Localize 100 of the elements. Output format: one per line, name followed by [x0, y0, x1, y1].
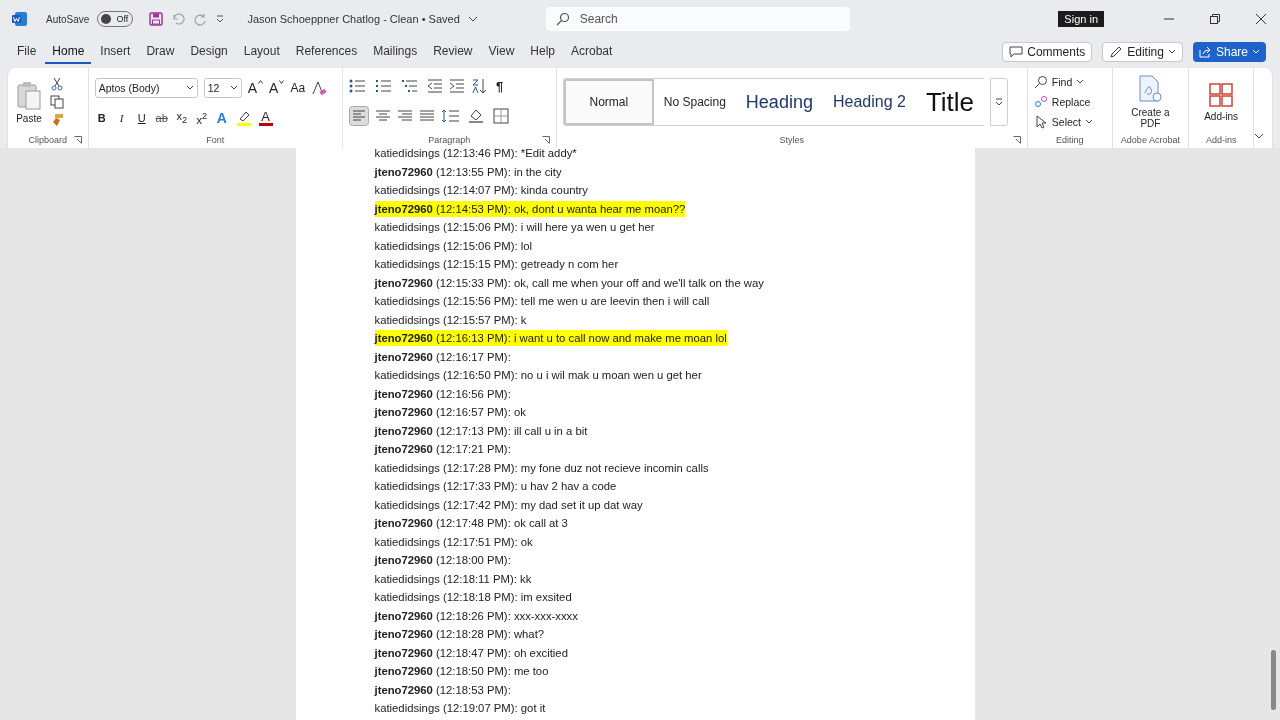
chat-line: katiedidsings (12:18:18 PM): im exsited — [374, 590, 572, 605]
align-center-icon[interactable] — [374, 109, 391, 123]
share-icon — [1198, 46, 1212, 58]
align-right-icon[interactable] — [396, 109, 413, 123]
menu-tab[interactable]: Layout — [236, 40, 287, 64]
cut-icon[interactable] — [50, 77, 64, 91]
caret-icon — [1076, 79, 1085, 85]
shrink-font-button[interactable]: A — [269, 80, 285, 96]
group-label: Clipboard — [28, 135, 68, 145]
format-button[interactable]: U — [134, 112, 149, 124]
replace-button[interactable]: Replace — [1033, 95, 1091, 109]
chat-line: katiedidsings (12:15:06 PM): i will here ya wen u get her — [374, 220, 655, 235]
change-case-button[interactable]: Aa — [290, 81, 306, 95]
chat-line: jteno72960 (12:18:47 PM): oh excitied — [374, 645, 568, 660]
chat-line: jteno72960 (12:15:33 PM): ok, call me when your off and we'll talk on the way — [374, 275, 764, 290]
chat-line: katiedidsings (12:18:11 PM): kk — [374, 571, 532, 586]
dialog-launcher-icon[interactable] — [1012, 136, 1021, 144]
menu-tab[interactable]: Insert — [93, 40, 138, 64]
collapse-ribbon-icon[interactable] — [1254, 132, 1264, 140]
format-button[interactable]: ab — [154, 112, 169, 124]
menu-tab[interactable]: References — [288, 40, 365, 64]
borders-icon[interactable] — [492, 108, 509, 124]
style-option[interactable]: No Spacing — [653, 79, 736, 125]
chat-line: jteno72960 (12:18:26 PM): xxx-xxx-xxxx — [374, 608, 578, 623]
chat-line: katiedidsings (12:14:07 PM): kinda country — [374, 183, 588, 198]
group-label: Adobe Acrobat — [1120, 135, 1180, 145]
clipboard-icon — [16, 80, 42, 111]
format-button[interactable]: I — [114, 112, 129, 124]
restore-icon[interactable] — [1210, 14, 1220, 24]
document-title[interactable]: Jason Schoeppner Chatlog - Clean • Saved — [247, 13, 460, 25]
group-label: Styles — [779, 135, 805, 145]
save-icon[interactable] — [149, 12, 164, 26]
style-option[interactable]: Normal — [563, 79, 654, 125]
sign-in-button[interactable]: Sign in — [1058, 11, 1104, 27]
search-field[interactable]: Search — [545, 7, 850, 31]
format-button[interactable]: x$_{2}$ — [174, 110, 189, 126]
menu-tab[interactable]: Help — [523, 40, 562, 64]
customize-icon[interactable] — [215, 14, 226, 24]
format-painter-icon[interactable] — [50, 113, 64, 127]
share-button[interactable]: Share — [1192, 42, 1266, 62]
highlighter-icon[interactable] — [234, 110, 253, 126]
chat-line: jteno72960 (12:18:50 PM): me too — [374, 664, 549, 679]
chat-line: jteno72960 (12:16:57 PM): ok — [374, 405, 526, 420]
menu-tab[interactable]: Home — [45, 40, 92, 64]
chevron-icon[interactable] — [467, 15, 478, 23]
chat-line: katiedidsings (12:15:15 PM): getready n com her — [374, 257, 619, 272]
justify-icon[interactable] — [418, 109, 435, 123]
menu-tab[interactable]: Acrobat — [564, 40, 620, 64]
menu-tab[interactable]: Mailings — [366, 40, 425, 64]
chat-line: katiedidsings (12:16:50 PM): no u i wil mak u moan wen u get her — [374, 368, 702, 383]
caret-icon — [229, 85, 238, 91]
font-name-field[interactable]: Aptos (Body) — [94, 78, 198, 98]
chat-line: katiedidsings (12:17:33 PM): u hav 2 hav a code — [374, 479, 617, 494]
align-left-icon[interactable] — [348, 106, 369, 126]
line-spacing-icon[interactable] — [440, 109, 461, 123]
chat-line: jteno72960 (12:17:21 PM): — [374, 442, 511, 457]
dialog-launcher-icon[interactable] — [541, 136, 550, 144]
pencil-icon — [1109, 45, 1124, 59]
grow-font-button[interactable]: A — [247, 80, 264, 96]
chat-line: jteno72960 (12:16:17 PM): — [374, 349, 511, 364]
style-option[interactable]: Title — [915, 79, 985, 125]
close-icon[interactable] — [1256, 14, 1266, 24]
show-formatting-button[interactable]: ¶ — [492, 78, 507, 94]
search-icon — [555, 12, 570, 26]
style-option[interactable]: Heading — [735, 79, 823, 125]
copy-icon[interactable] — [50, 95, 64, 109]
pdf-icon — [1137, 75, 1164, 103]
font-color-button[interactable]: A — [258, 110, 273, 126]
style-option[interactable]: Heading 2 — [822, 79, 916, 125]
decrease-indent-icon[interactable] — [426, 79, 443, 93]
menu-tab[interactable]: File — [10, 40, 44, 64]
menu-tab[interactable]: Design — [183, 40, 235, 64]
chat-line: katiedidsings (12:13:46 PM): *Edit addy* — [374, 148, 577, 161]
chat-line: katiedidsings (12:17:51 PM): ok — [374, 534, 533, 549]
paste-button[interactable]: Paste — [14, 78, 44, 126]
chat-line: katiedidsings (12:15:57 PM): k — [374, 312, 527, 327]
editing-button[interactable]: Editing — [1102, 42, 1183, 62]
text-effects-button[interactable]: A — [214, 110, 229, 126]
add-ins-button[interactable]: Add-ins — [1197, 82, 1246, 122]
select-button[interactable]: Select — [1033, 115, 1094, 129]
word-logo-icon[interactable] — [12, 11, 28, 27]
menu-tab[interactable]: Draw — [139, 40, 182, 64]
chat-line: jteno72960 (12:18:28 PM): what? — [374, 627, 545, 642]
find-button[interactable]: Find — [1033, 75, 1085, 89]
clear-formatting-icon[interactable] — [311, 80, 328, 96]
sort-icon[interactable] — [470, 78, 487, 94]
menu-tab[interactable]: Review — [426, 40, 480, 64]
chat-line: katiedidsings (12:17:42 PM): my dad set it up dat way — [374, 497, 643, 512]
increase-indent-icon[interactable] — [448, 79, 465, 93]
grid-icon — [1209, 82, 1234, 107]
create-pdf-button[interactable]: Create a PDF — [1126, 75, 1175, 129]
comments-button[interactable]: Comments — [1002, 42, 1093, 62]
dialog-launcher-icon[interactable] — [73, 136, 82, 144]
chat-line: jteno72960 (12:16:56 PM): — [374, 386, 511, 401]
chat-line: katiedidsings (12:15:56 PM): tell me wen u are leevin then i will call — [374, 294, 710, 309]
font-size-field[interactable]: 12 — [203, 78, 242, 98]
menu-tab[interactable]: View — [481, 40, 522, 64]
format-button[interactable]: x$^{2}$ — [194, 110, 209, 126]
caret-down-icon — [279, 80, 285, 84]
format-button[interactable]: B — [94, 112, 109, 124]
